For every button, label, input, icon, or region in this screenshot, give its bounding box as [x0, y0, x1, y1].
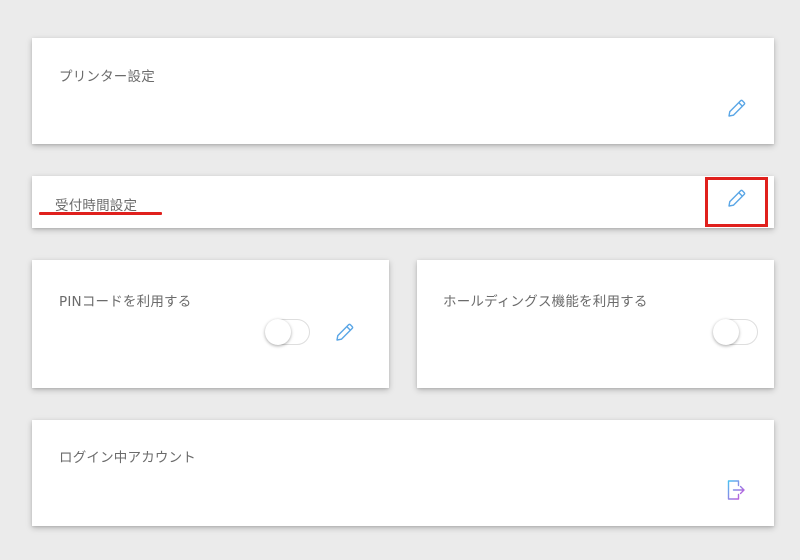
toggle-knob [713, 319, 739, 345]
logged-in-account-card: ログイン中アカウント [32, 420, 774, 526]
printer-settings-card: プリンター設定 [32, 38, 774, 144]
pin-code-title: PINコードを利用する [59, 294, 192, 310]
edit-highlight-box [705, 177, 768, 227]
pin-code-card: PINコードを利用する [32, 260, 389, 388]
pin-code-toggle[interactable] [265, 319, 310, 345]
holdings-title: ホールディングス機能を利用する [443, 294, 648, 310]
reception-hours-title: 受付時間設定 [55, 198, 138, 214]
reception-hours-card: 受付時間設定 [32, 176, 774, 228]
logout-icon[interactable] [724, 478, 748, 502]
printer-settings-title: プリンター設定 [59, 69, 155, 85]
title-underline-annotation [39, 212, 162, 215]
pencil-icon[interactable] [725, 96, 749, 120]
holdings-card: ホールディングス機能を利用する [417, 260, 774, 388]
logged-in-account-title: ログイン中アカウント [59, 450, 196, 466]
holdings-toggle[interactable] [713, 319, 758, 345]
toggle-knob [265, 319, 291, 345]
pencil-icon[interactable] [333, 320, 357, 344]
